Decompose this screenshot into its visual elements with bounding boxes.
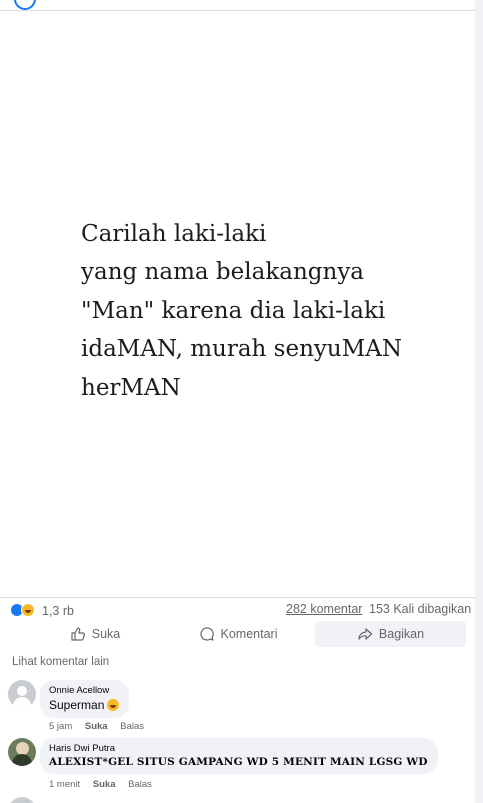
avatar[interactable] xyxy=(8,680,36,708)
comment-label: Komentari xyxy=(220,627,278,641)
comment-author[interactable]: Haris Dwi Putra xyxy=(49,743,428,754)
laughing-emoji-icon xyxy=(107,699,120,711)
share-button[interactable]: Bagikan xyxy=(315,621,466,647)
comment-reply-button[interactable]: Balas xyxy=(120,721,144,732)
comments-count-link[interactable]: 282 komentar xyxy=(286,602,362,616)
comment-time[interactable]: 1 menit xyxy=(49,779,80,790)
comment-meta: 5 jam Suka Balas xyxy=(49,721,154,732)
thumbs-up-icon xyxy=(71,627,85,641)
post-actions: Suka Komentari Bagikan xyxy=(0,620,475,648)
quote-line: "Man" karena dia laki-laki xyxy=(81,297,386,324)
see-more-comments-link[interactable]: Lihat komentar lain xyxy=(12,656,109,668)
post-stats: 1,3 rb 282 komentar 153 Kali dibagikan xyxy=(0,599,475,621)
reaction-icons[interactable] xyxy=(10,603,40,617)
comment-like-button[interactable]: Suka xyxy=(93,779,116,790)
reaction-count[interactable]: 1,3 rb xyxy=(42,604,74,618)
avatar[interactable] xyxy=(8,797,36,803)
comment-like-button[interactable]: Suka xyxy=(85,721,108,732)
comment-button[interactable]: Komentari xyxy=(183,621,293,647)
comment-text: Superman xyxy=(49,698,120,712)
quote-line: Carilah laki-laki xyxy=(81,221,267,247)
comment-reply-button[interactable]: Balas xyxy=(128,779,152,790)
comment-time[interactable]: 5 jam xyxy=(49,721,72,732)
like-button[interactable]: Suka xyxy=(40,621,150,647)
comment-meta: 1 menit Suka Balas xyxy=(49,779,162,790)
divider xyxy=(0,597,475,598)
quote-line: yang nama belakangnya xyxy=(81,259,365,286)
comment-bubble: Onnie Acellow Superman xyxy=(40,680,130,718)
haha-reaction-icon xyxy=(21,603,35,617)
quote-line: idaMAN, murah senyuMAN xyxy=(81,336,403,363)
image-quote-text: Carilah laki-laki yang nama belakangnya … xyxy=(81,215,402,407)
post-header xyxy=(0,0,475,11)
comment-author[interactable]: Onnie Acellow xyxy=(49,685,119,696)
comment-text-content: Superman xyxy=(49,698,105,712)
quote-line: herMAN xyxy=(81,374,181,401)
like-label: Suka xyxy=(91,627,121,641)
comment-text: ALEXIST*GEL SITUS GAMPANG WD 5 MENIT MAI… xyxy=(49,756,428,768)
post-card: Carilah laki-laki yang nama belakangnya … xyxy=(0,0,476,803)
share-label: Bagikan xyxy=(378,627,425,641)
scrollbar[interactable] xyxy=(475,0,483,803)
shares-count[interactable]: 153 Kali dibagikan xyxy=(369,602,471,616)
comment-bubble: Haris Dwi Putra ALEXIST*GEL SITUS GAMPAN… xyxy=(40,738,438,774)
comment-icon xyxy=(199,627,214,641)
share-icon xyxy=(358,628,373,640)
avatar[interactable] xyxy=(8,738,36,766)
page-avatar-icon[interactable] xyxy=(14,0,36,10)
post-image[interactable]: Carilah laki-laki yang nama belakangnya … xyxy=(0,11,475,597)
